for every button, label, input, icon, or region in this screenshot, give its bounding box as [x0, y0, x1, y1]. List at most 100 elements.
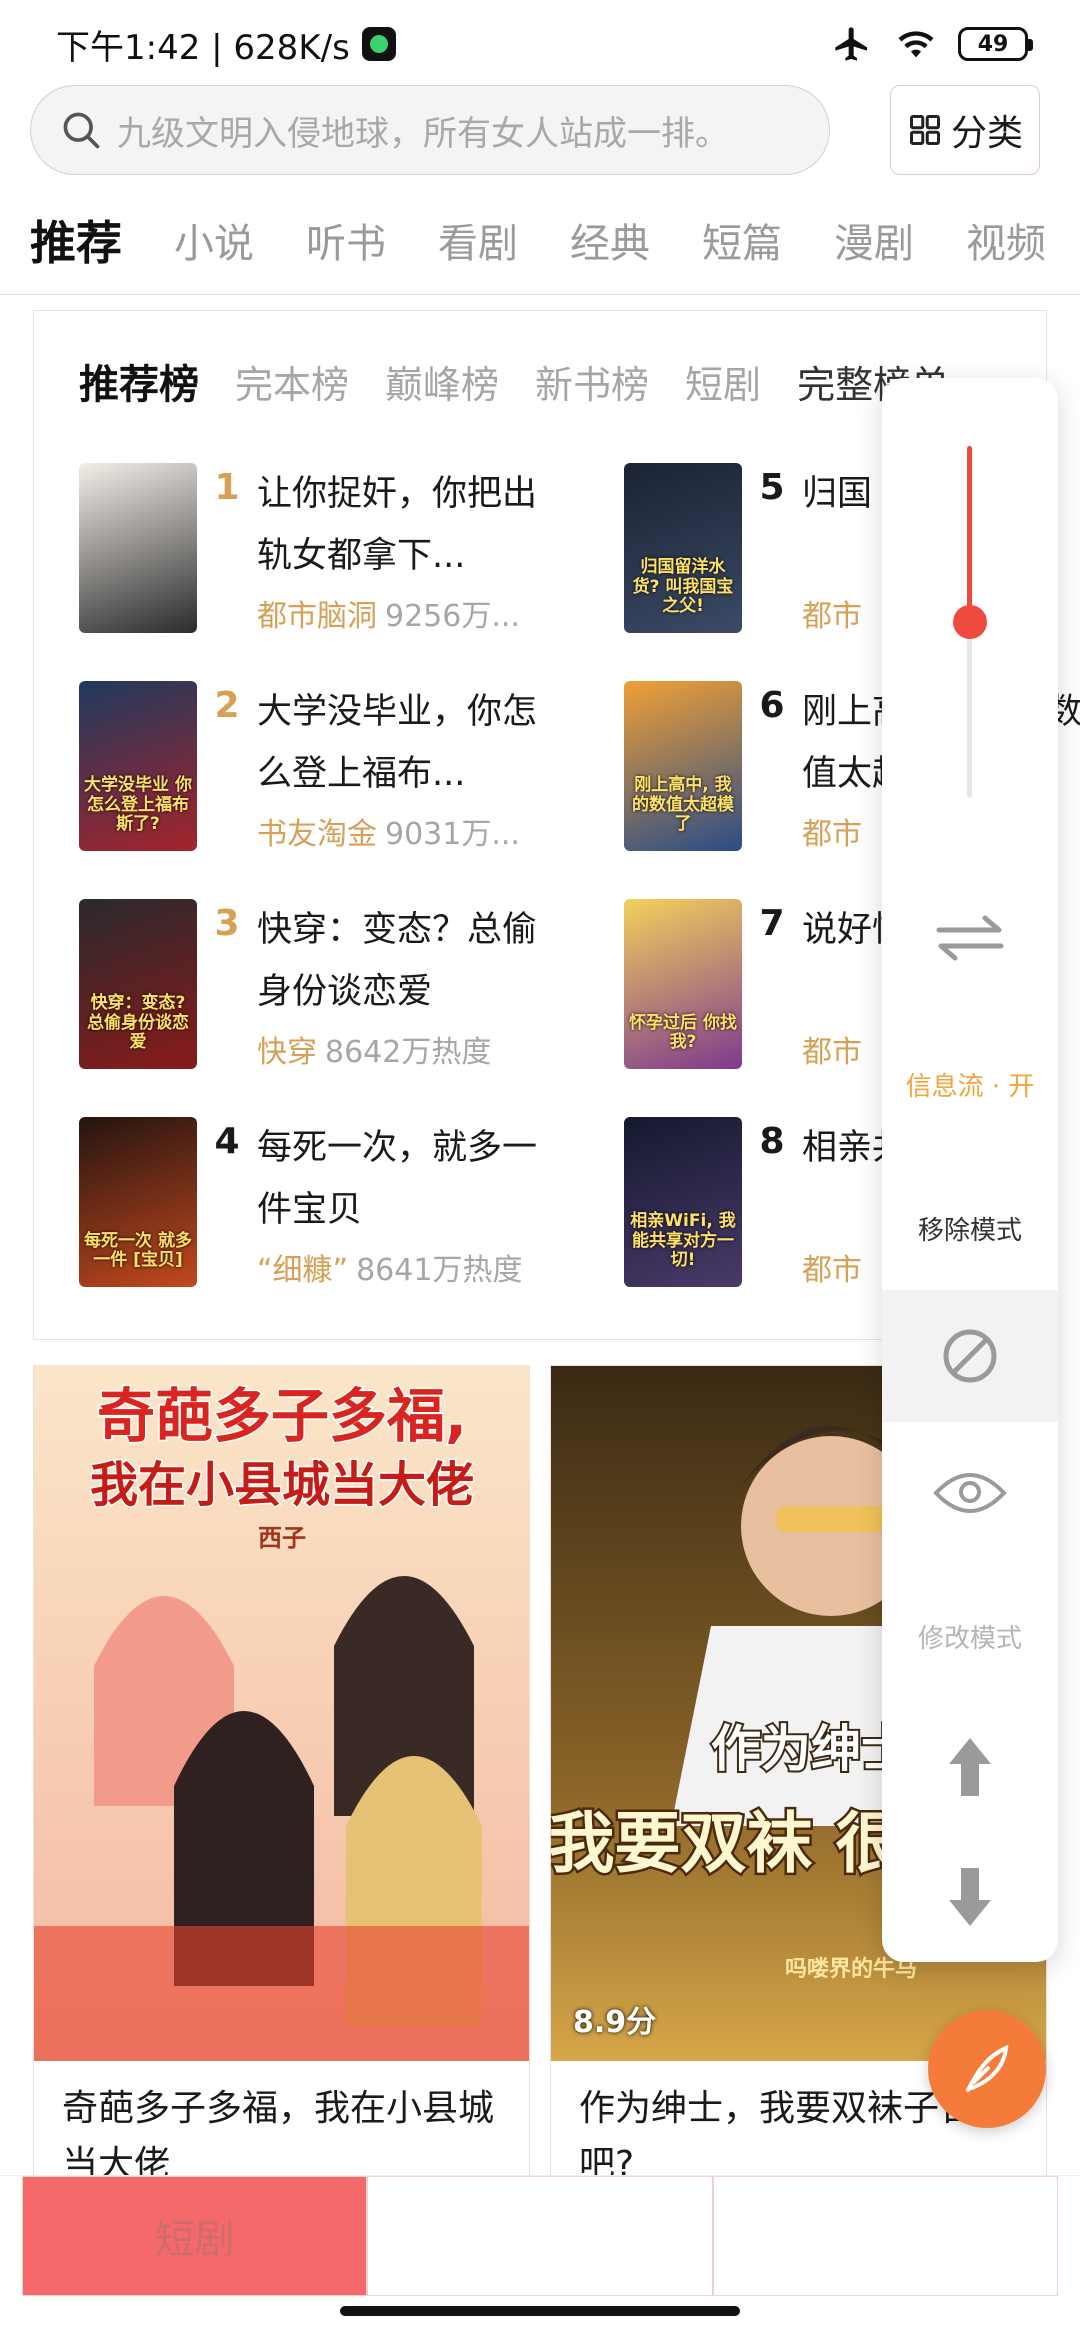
rank-tab-recommend[interactable]: 推荐榜: [79, 352, 199, 410]
book-item[interactable]: 1 让你捉奸，你把出轨女都拿下... 都市脑洞 9256万...: [79, 463, 562, 673]
block-button[interactable]: [882, 1326, 1058, 1390]
tab-drama[interactable]: 看剧: [438, 211, 518, 269]
feather-pen-icon: [966, 2044, 1009, 2092]
search-icon: [63, 112, 100, 149]
book-title: 每死一次，就多一件宝贝: [257, 1128, 538, 1230]
book-title: 快穿：变态？总偷身份谈恋爱: [257, 910, 538, 1012]
block-icon: [943, 1329, 997, 1383]
rank-tab-completed[interactable]: 完本榜: [235, 354, 349, 409]
book-genre: 都市: [802, 817, 862, 852]
book-rank: 4: [214, 1121, 240, 1162]
battery-icon: 49: [958, 27, 1033, 61]
cover-title-line1: 奇葩多子多福,: [97, 1382, 467, 1450]
book-item[interactable]: 每死一次 就多一件 [宝贝] 4 每死一次，就多一件宝贝 “细糠” 8641万热度: [79, 1117, 562, 1327]
swap-arrows-icon: [936, 915, 1004, 961]
top-tabs: 推荐 小说 听书 看剧 经典 短篇 漫剧 视频: [0, 185, 1080, 295]
book-rank: 8: [759, 1121, 785, 1162]
score-badge: 8.9分: [573, 2005, 657, 2040]
feed-toggle-label[interactable]: 信息流 · 开: [882, 1066, 1058, 1103]
swap-button[interactable]: [882, 908, 1058, 972]
arrow-down-icon: [949, 1868, 991, 1926]
status-time: 下午1:42 | 628K/s: [56, 27, 350, 68]
tab-recommend[interactable]: 推荐: [30, 207, 122, 273]
book-cover: 每死一次 就多一件 [宝贝]: [79, 1117, 197, 1287]
nav-item-3[interactable]: [712, 2176, 1058, 2296]
grid-icon: [909, 115, 940, 145]
write-button[interactable]: [928, 2010, 1046, 2128]
floating-panel: 信息流 · 开 移除模式 修改模式: [882, 378, 1058, 1962]
eye-icon: [933, 1473, 1007, 1513]
status-bar: 下午1:42 | 628K/s 49: [0, 0, 1080, 88]
rank-tab-peak[interactable]: 巅峰榜: [385, 354, 499, 409]
book-cover: 相亲WiFi, 我能共享对方一切!: [624, 1117, 742, 1287]
book-rank: 5: [759, 467, 785, 508]
book-rank: 6: [759, 685, 785, 726]
book-title: 让你捉奸，你把出轨女都拿下...: [257, 474, 538, 576]
rank-tab-short-drama[interactable]: 短剧: [685, 354, 761, 409]
tab-comic-drama[interactable]: 漫剧: [834, 211, 914, 269]
remove-mode-button[interactable]: 移除模式: [882, 1210, 1058, 1247]
move-down-button[interactable]: [882, 1864, 1058, 1934]
edit-mode-button[interactable]: 修改模式: [882, 1618, 1058, 1655]
cover-text: 怀孕过后 你找我?: [629, 1012, 737, 1053]
book-genre: 都市脑洞: [257, 599, 377, 634]
feed-card[interactable]: 奇葩多子多福, 我在小县城当大佬 西子 奇葩多子多福，我在小县城当大佬: [33, 1365, 530, 2185]
home-indicator[interactable]: [340, 2306, 740, 2316]
book-title: 大学没毕业，你怎么登上福布...: [257, 692, 538, 794]
nav-short-drama[interactable]: 短剧: [22, 2176, 368, 2296]
book-item[interactable]: 大学没毕业 你怎么登上福布斯了? 2 大学没毕业，你怎么登上福布... 书友淘金…: [79, 681, 562, 891]
nav-item-2[interactable]: [367, 2176, 713, 2296]
feed-cover: 奇葩多子多福, 我在小县城当大佬 西子: [34, 1366, 529, 2061]
view-button[interactable]: [882, 1468, 1058, 1522]
tab-short-story[interactable]: 短篇: [702, 211, 782, 269]
book-heat: 8642万热度: [325, 1035, 492, 1070]
cover-text: 相亲WiFi, 我能共享对方一切!: [630, 1211, 736, 1271]
slider-knob[interactable]: [953, 605, 987, 639]
battery-level: 49: [977, 31, 1009, 57]
book-cover: 刚上高中, 我的数值太超模了: [624, 681, 742, 851]
book-rank: 7: [759, 903, 785, 944]
book-rank: 3: [214, 903, 240, 944]
app-notification-icon: [361, 27, 396, 61]
cover-text: 刚上高中, 我的数值太超模了: [632, 775, 734, 835]
search-placeholder: 九级文明入侵地球，所有女人站成一排。: [117, 113, 729, 154]
move-up-button[interactable]: [882, 1734, 1058, 1804]
book-cover: 快穿：变态? 总偷身份谈恋爱: [79, 899, 197, 1069]
tab-video[interactable]: 视频: [966, 211, 1046, 269]
category-button[interactable]: 分类: [890, 85, 1040, 175]
cover-text: 归国留洋水货? 叫我国宝之父!: [632, 557, 734, 617]
book-cover: 大学没毕业 你怎么登上福布斯了?: [79, 681, 197, 851]
book-genre: 都市: [802, 599, 862, 634]
cover-title-line2: 我在小县城当大佬: [90, 1457, 474, 1513]
cover-title-line1: 作为绅士: [711, 1720, 911, 1778]
book-genre: 都市: [802, 1253, 862, 1288]
book-rank: 2: [214, 685, 240, 726]
book-rank: 1: [214, 467, 240, 508]
slider-fill: [967, 446, 972, 622]
cover-text: 快穿：变态? 总偷身份谈恋爱: [87, 993, 189, 1053]
book-cover: 怀孕过后 你找我?: [624, 899, 742, 1069]
cover-text: 大学没毕业 你怎么登上福布斯了?: [84, 775, 192, 835]
book-genre: 书友淘金: [257, 817, 377, 852]
rank-tab-new[interactable]: 新书榜: [535, 354, 649, 409]
book-item[interactable]: 快穿：变态? 总偷身份谈恋爱 3 快穿：变态？总偷身份谈恋爱 快穿 8642万热度: [79, 899, 562, 1109]
book-cover: 归国留洋水货? 叫我国宝之父!: [624, 463, 742, 633]
book-genre: 快穿: [257, 1035, 317, 1070]
feed-title: 奇葩多子多福，我在小县城当大佬: [62, 2088, 495, 2185]
wifi-icon: [898, 31, 934, 58]
book-genre: 都市: [802, 1035, 862, 1070]
search-row: 九级文明入侵地球，所有女人站成一排。 分类: [30, 80, 1050, 180]
bottom-nav: 短剧: [0, 2175, 1080, 2296]
search-input[interactable]: 九级文明入侵地球，所有女人站成一排。: [30, 85, 830, 175]
book-cover: [79, 463, 197, 633]
book-heat: 9031万...: [385, 817, 520, 852]
book-heat: 9256万...: [385, 599, 520, 634]
tab-classic[interactable]: 经典: [570, 211, 650, 269]
cover-text: 每死一次 就多一件 [宝贝]: [84, 1230, 192, 1271]
tab-audiobook[interactable]: 听书: [306, 211, 386, 269]
tab-novel[interactable]: 小说: [174, 211, 254, 269]
airplane-icon: [835, 27, 867, 61]
book-genre: “细糠”: [257, 1253, 349, 1288]
cover-author: 西子: [258, 1524, 306, 1552]
book-heat: 8641万热度: [356, 1253, 523, 1288]
